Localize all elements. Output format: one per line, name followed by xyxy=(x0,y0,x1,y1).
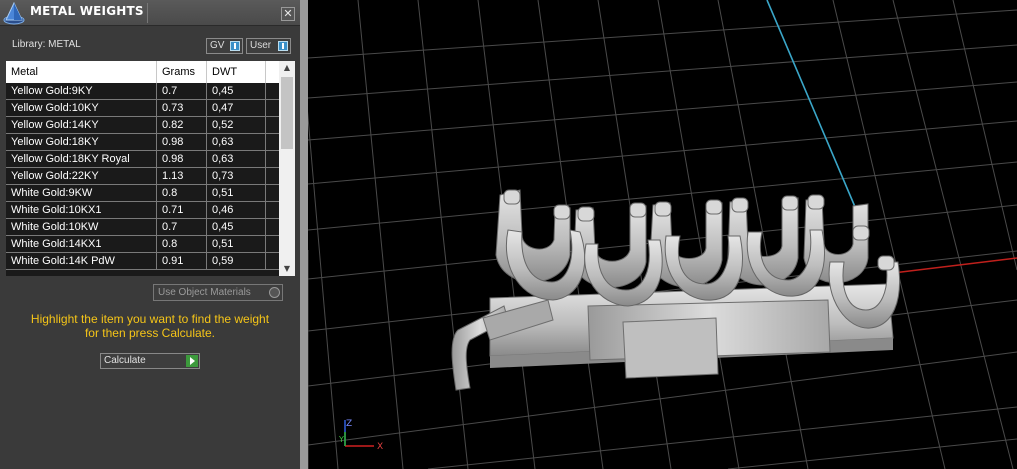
scroll-thumb[interactable] xyxy=(281,77,293,149)
column-header-metal[interactable]: Metal xyxy=(6,61,157,83)
cell-metal: White Gold:10KW xyxy=(6,219,157,235)
column-header-dwt[interactable]: DWT xyxy=(207,61,266,83)
cell-grams: 0.7 xyxy=(157,219,207,235)
metal-table: Metal Grams DWT Yellow Gold:9KY 0.7 0,45 Ye… xyxy=(6,61,295,276)
table-scrollbar[interactable]: ▲ ▼ xyxy=(279,61,295,276)
toggle-knob-icon xyxy=(230,41,240,51)
cell-grams: 0.91 xyxy=(157,253,207,269)
window-title: METAL WEIGHTS xyxy=(30,4,144,18)
cell-metal: Yellow Gold:18KY xyxy=(6,134,157,150)
instruction-line-1: Highlight the item you want to find the … xyxy=(30,312,270,326)
column-header-grams[interactable]: Grams xyxy=(157,61,207,83)
table-row[interactable]: White Gold:10KW 0.7 0,45 xyxy=(6,219,279,236)
cell-grams: 0.7 xyxy=(157,83,207,99)
table-header: Metal Grams DWT xyxy=(6,61,279,83)
table-body: Yellow Gold:9KY 0.7 0,45 Yellow Gold:10KY 0.… xyxy=(6,83,279,270)
instruction-line-2: for then press Calculate. xyxy=(84,326,216,340)
table-row[interactable]: Yellow Gold:14KY 0.82 0,52 xyxy=(6,117,279,134)
cell-metal: Yellow Gold:14KY xyxy=(6,117,157,133)
cell-dwt: 0,45 xyxy=(207,219,266,235)
cell-metal: White Gold:14K PdW xyxy=(6,253,157,269)
gizmo-y-label: Y xyxy=(338,435,344,444)
cell-grams: 0.71 xyxy=(157,202,207,218)
cell-grams: 0.8 xyxy=(157,236,207,252)
gv-toggle-label: GV xyxy=(210,40,225,51)
cell-dwt: 0,47 xyxy=(207,100,266,116)
cell-dwt: 0,52 xyxy=(207,117,266,133)
gv-toggle[interactable]: GV xyxy=(206,38,243,54)
table-row[interactable]: Yellow Gold:18KY 0.98 0,63 xyxy=(6,134,279,151)
metal-weights-panel: METAL WEIGHTS ✕ Library: METAL GV User M… xyxy=(0,0,300,469)
play-arrow-icon xyxy=(186,355,198,367)
x-axis-line xyxy=(892,257,1017,274)
viewport-scene: Z Y X xyxy=(297,0,1017,469)
cell-metal: Yellow Gold:10KY xyxy=(6,100,157,116)
cell-metal: Yellow Gold:9KY xyxy=(6,83,157,99)
user-toggle-label: User xyxy=(250,40,272,51)
cell-dwt: 0,59 xyxy=(207,253,266,269)
close-button[interactable]: ✕ xyxy=(281,7,295,21)
cell-grams: 0.8 xyxy=(157,185,207,201)
calculate-button[interactable]: Calculate xyxy=(100,353,200,369)
radio-icon xyxy=(269,287,280,298)
cell-dwt: 0,63 xyxy=(207,134,266,150)
cell-dwt: 0,73 xyxy=(207,168,266,184)
gizmo-x-label: X xyxy=(377,442,383,452)
table-row[interactable]: Yellow Gold:18KY Royal 0.98 0,63 xyxy=(6,151,279,168)
calculate-label: Calculate xyxy=(104,355,146,366)
cell-dwt: 0,45 xyxy=(207,83,266,99)
cell-dwt: 0,51 xyxy=(207,236,266,252)
table-row[interactable]: White Gold:9KW 0.8 0,51 xyxy=(6,185,279,202)
cell-dwt: 0,63 xyxy=(207,151,266,167)
title-divider xyxy=(147,3,148,23)
3d-viewport[interactable]: Z Y X xyxy=(297,0,1017,469)
cell-metal: Yellow Gold:18KY Royal xyxy=(6,151,157,167)
panel-splitter[interactable] xyxy=(300,0,308,469)
user-toggle[interactable]: User xyxy=(246,38,291,54)
cell-metal: White Gold:10KX1 xyxy=(6,202,157,218)
toggle-knob-icon xyxy=(278,41,288,51)
table-row[interactable]: Yellow Gold:22KY 1.13 0,73 xyxy=(6,168,279,185)
app-logo-icon xyxy=(3,1,25,25)
cell-grams: 1.13 xyxy=(157,168,207,184)
cell-metal: Yellow Gold:22KY xyxy=(6,168,157,184)
gizmo-z-label: Z xyxy=(346,419,352,429)
library-label: Library: METAL xyxy=(12,39,81,50)
table-row[interactable]: Yellow Gold:10KY 0.73 0,47 xyxy=(6,100,279,117)
use-object-materials-label: Use Object Materials xyxy=(158,287,251,298)
cell-grams: 0.98 xyxy=(157,134,207,150)
scroll-up-icon[interactable]: ▲ xyxy=(279,61,295,75)
cell-dwt: 0,46 xyxy=(207,202,266,218)
table-row[interactable]: White Gold:14K PdW 0.91 0,59 xyxy=(6,253,279,270)
cell-grams: 0.82 xyxy=(157,117,207,133)
axis-gizmo: Z Y X xyxy=(338,419,383,452)
cell-grams: 0.98 xyxy=(157,151,207,167)
table-row[interactable]: White Gold:14KX1 0.8 0,51 xyxy=(6,236,279,253)
cell-metal: White Gold:9KW xyxy=(6,185,157,201)
y-axis-line xyxy=(766,0,865,229)
scroll-down-icon[interactable]: ▼ xyxy=(279,262,295,276)
table-row[interactable]: White Gold:10KX1 0.71 0,46 xyxy=(6,202,279,219)
table-row[interactable]: Yellow Gold:9KY 0.7 0,45 xyxy=(6,83,279,100)
cell-grams: 0.73 xyxy=(157,100,207,116)
title-bar[interactable]: METAL WEIGHTS ✕ xyxy=(0,0,300,26)
cell-metal: White Gold:14KX1 xyxy=(6,236,157,252)
use-object-materials-toggle[interactable]: Use Object Materials xyxy=(153,284,283,301)
cell-dwt: 0,51 xyxy=(207,185,266,201)
instruction-text: Highlight the item you want to find the … xyxy=(10,312,290,340)
